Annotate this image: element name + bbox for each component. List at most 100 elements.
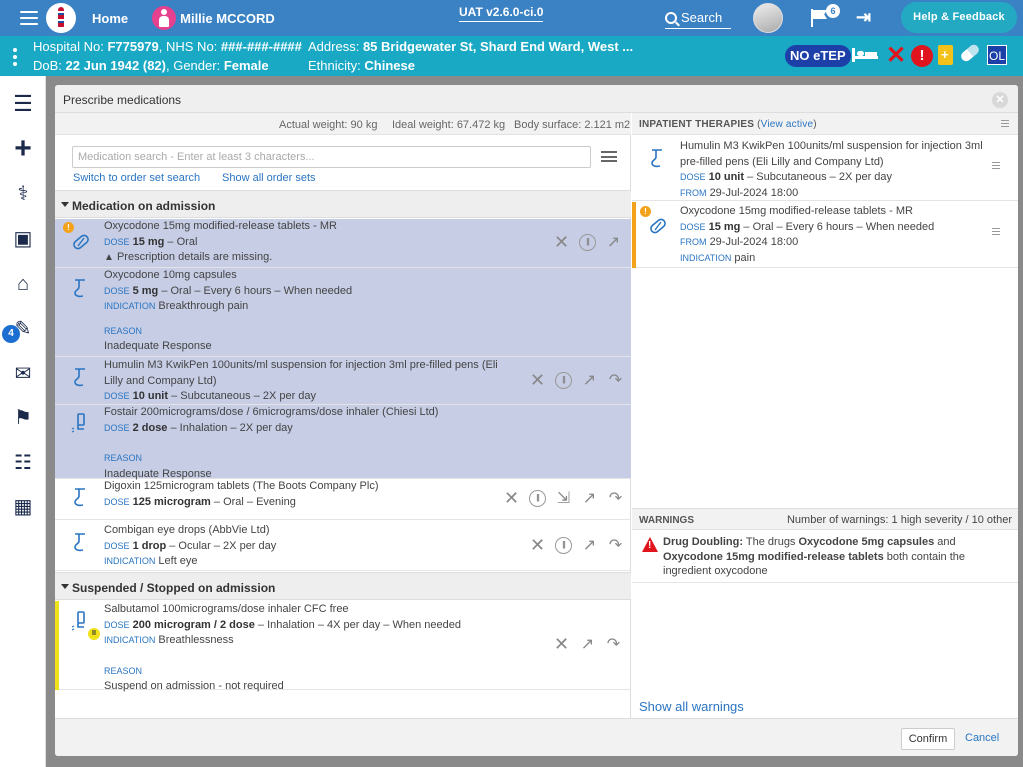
inpatient-row[interactable]: ! Oxycodone 15mg modified-release tablet… — [632, 202, 1018, 268]
pause-icon[interactable]: || — [579, 234, 596, 251]
redirect-icon[interactable]: ↷ — [607, 372, 624, 389]
close-icon[interactable]: ✕ — [992, 92, 1008, 108]
eye-drops-icon — [74, 533, 85, 552]
warning-icon: ▲ — [104, 252, 114, 263]
bed-icon[interactable] — [852, 48, 878, 62]
medication-search-input[interactable] — [72, 146, 591, 168]
patient-name[interactable]: Millie MCCORD — [180, 11, 275, 26]
med-row[interactable]: Combigan eye drops (AbbVie Ltd) DOSE 1 d… — [55, 520, 631, 571]
therapy-name: Humulin M3 KwikPen 100units/ml suspensio… — [680, 140, 983, 152]
med-name: Humulin M3 KwikPen 100units/ml suspensio… — [104, 359, 498, 371]
missing-details-note: Prescription details are missing. — [116, 251, 273, 263]
med-row[interactable]: II Salbutamol 100micrograms/dose inhaler… — [55, 601, 631, 692]
prescribe-continue-icon[interactable]: ↗ — [581, 490, 598, 507]
actual-weight: Actual weight: 90 kg — [279, 119, 378, 131]
therapy-name: Oxycodone 15mg modified-release tablets … — [680, 205, 913, 217]
body-surface: Body surface: 2.121 m2 — [514, 119, 631, 131]
clipboard-icon[interactable] — [938, 45, 953, 65]
view-active-link[interactable]: View active — [761, 119, 814, 130]
discharge-icon[interactable]: ⚑ — [10, 407, 36, 429]
camera-icon[interactable]: ▣ — [10, 228, 36, 250]
no-etep-badge[interactable]: NO eTEP — [785, 45, 851, 67]
home-care-icon[interactable]: ⌂ — [10, 273, 36, 295]
show-all-warnings-link[interactable]: Show all warnings — [639, 699, 744, 714]
redirect-icon[interactable]: ↷ — [605, 636, 622, 653]
more-options-icon[interactable] — [13, 48, 17, 66]
redirect-icon[interactable]: ↷ — [607, 537, 624, 554]
suspended-marker — [55, 601, 59, 690]
collapse-caret-icon — [61, 202, 69, 207]
search-icon — [665, 11, 677, 24]
gender: Female — [223, 58, 269, 73]
section-medication-on-admission[interactable]: Medication on admission — [55, 190, 631, 218]
switch-icon[interactable]: ⇲ — [555, 490, 572, 507]
ol-badge[interactable]: OL — [987, 45, 1007, 65]
logout-icon[interactable]: ⇥ — [856, 8, 876, 26]
warning-text: Drug Doubling: The drugs Oxycodone 5mg c… — [663, 536, 966, 577]
discontinue-icon[interactable]: ✕ — [553, 635, 570, 653]
inpatient-menu-icon[interactable] — [1001, 120, 1009, 127]
section-suspended-stopped[interactable]: Suspended / Stopped on admission — [55, 572, 631, 600]
collapse-caret-icon — [61, 584, 69, 589]
prescribe-continue-icon[interactable]: ↗ — [581, 537, 598, 554]
tablet-icon — [73, 234, 89, 250]
alert-icon[interactable]: ! — [911, 45, 933, 67]
modal-title: Prescribe medications — [63, 93, 182, 107]
pause-icon[interactable]: || — [555, 537, 572, 554]
med-row[interactable]: Oxycodone 10mg capsules DOSE 5 mg – Oral… — [55, 268, 631, 357]
help-feedback-button[interactable]: Help & Feedback — [901, 2, 1017, 33]
med-row[interactable]: ! Oxycodone 15mg modified-release tablet… — [55, 219, 631, 268]
pause-icon[interactable]: || — [529, 490, 546, 507]
version-label: UAT v2.6.0-ci.0 — [459, 5, 544, 22]
app-logo[interactable] — [46, 3, 76, 33]
building-icon[interactable]: ▦ — [10, 496, 36, 518]
female-patient-icon — [152, 6, 177, 30]
med-name: Combigan eye drops (AbbVie Ltd) — [104, 524, 270, 536]
search-button[interactable]: Search — [665, 7, 731, 29]
user-avatar[interactable] — [753, 3, 783, 33]
tablet-icon — [74, 488, 85, 507]
row-menu-icon[interactable] — [992, 228, 1000, 235]
prescribe-continue-icon[interactable]: ↗ — [581, 372, 598, 389]
home-link[interactable]: Home — [92, 11, 128, 26]
checklist-icon[interactable]: ☷ — [10, 452, 36, 474]
row-menu-icon[interactable] — [992, 162, 1000, 169]
options-menu-icon[interactable] — [601, 151, 617, 162]
redirect-icon[interactable]: ↷ — [607, 490, 624, 507]
patient-banner: Hospital No: F775979, NHS No: ###-###-##… — [0, 36, 1023, 76]
discontinue-icon[interactable]: ✕ — [503, 489, 520, 507]
injection-icon — [74, 368, 85, 387]
discontinue-icon[interactable]: ✕ — [553, 233, 570, 251]
warning-item[interactable]: Drug Doubling: The drugs Oxycodone 5mg c… — [632, 531, 1018, 583]
warning-icon — [642, 537, 658, 552]
warnings-count: Number of warnings: 1 high severity / 10… — [786, 514, 1012, 526]
red-cross-icon[interactable]: ✕ — [886, 42, 906, 70]
prescribe-continue-icon[interactable]: ↗ — [579, 636, 596, 653]
med-row[interactable]: Fostair 200micrograms/dose / 6micrograms… — [55, 405, 631, 480]
discontinue-icon[interactable]: ✕ — [529, 536, 546, 554]
switch-order-set-link[interactable]: Switch to order set search — [73, 172, 200, 184]
add-icon[interactable]: + — [10, 134, 36, 164]
med-row[interactable]: Humulin M3 KwikPen 100units/ml suspensio… — [55, 357, 631, 405]
menu-icon[interactable] — [20, 11, 38, 25]
cancel-link[interactable]: Cancel — [965, 732, 999, 744]
med-name: Salbutamol 100micrograms/dose inhaler CF… — [104, 603, 349, 615]
confirm-button[interactable]: Confirm — [901, 728, 955, 750]
med-row[interactable]: Digoxin 125microgram tablets (The Boots … — [55, 479, 631, 520]
tablet-icon — [650, 218, 666, 234]
list-icon[interactable]: ☰ — [10, 93, 36, 115]
inbox-icon[interactable]: ✉ — [10, 363, 36, 385]
inpatient-row[interactable]: Humulin M3 KwikPen 100units/ml suspensio… — [632, 136, 1018, 201]
show-order-sets-link[interactable]: Show all order sets — [222, 172, 316, 184]
discontinue-icon[interactable]: ✕ — [529, 371, 546, 389]
pause-icon[interactable]: || — [555, 372, 572, 389]
stethoscope-icon[interactable]: ⚕ — [10, 183, 36, 205]
ideal-weight: Ideal weight: 67.472 kg — [392, 119, 506, 131]
flag-count-badge: 6 — [826, 4, 840, 18]
pill-icon[interactable] — [959, 42, 981, 64]
nhs-number: ###-###-#### — [220, 39, 302, 54]
dob: 22 Jun 1942 (82) — [65, 58, 166, 73]
modal-header: Prescribe medications ✕ — [55, 85, 1018, 113]
prescribe-continue-icon[interactable]: ↗ — [605, 234, 622, 251]
warnings-header: WARNINGS Number of warnings: 1 high seve… — [632, 508, 1018, 530]
